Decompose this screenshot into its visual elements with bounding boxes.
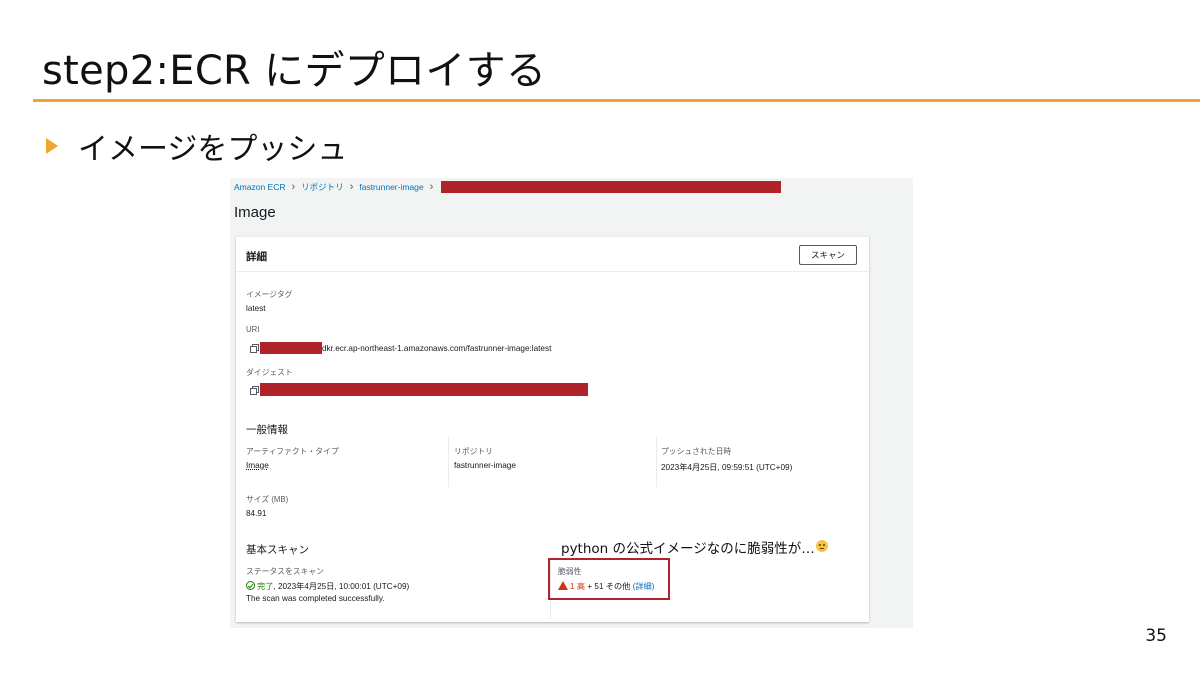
repository-label: リポジトリ [454, 447, 493, 456]
repository-value: fastrunner-image [454, 461, 516, 470]
title-rule [33, 99, 1200, 102]
redaction-bar [441, 181, 782, 193]
breadcrumb-item-repositories[interactable]: リポジトリ [301, 181, 344, 193]
column-divider [448, 437, 449, 487]
scan-status-label: ステータスをスキャン [246, 567, 324, 576]
page-number: 35 [1145, 626, 1167, 646]
highlight-box [548, 558, 670, 600]
panel-title: 詳細 [246, 251, 267, 263]
panel-header: 詳細 スキャン [236, 237, 869, 272]
page-heading: Image [234, 204, 276, 221]
scan-status-message: The scan was completed successfully. [246, 594, 385, 603]
breadcrumb-item-amazon-ecr[interactable]: Amazon ECR [234, 182, 286, 192]
image-tag-label: イメージタグ [246, 290, 293, 299]
slide-title: step2:ECR にデプロイする [42, 48, 547, 94]
chevron-right-icon: › [429, 181, 434, 193]
bullet-arrow-icon [46, 138, 58, 154]
size-label: サイズ (MB) [246, 495, 289, 504]
image-tag-value: latest [246, 304, 266, 313]
scan-status-complete: 完了 [257, 582, 274, 591]
size-value: 84.91 [246, 509, 267, 518]
scan-button[interactable]: スキャン [799, 245, 857, 265]
copy-icon[interactable] [250, 344, 259, 353]
bullet-item: イメージをプッシュ [46, 124, 347, 168]
uri-value: dkr.ecr.ap-northeast-1.amazonaws.com/fas… [322, 344, 552, 353]
general-info-title: 一般情報 [246, 424, 288, 436]
copy-icon[interactable] [250, 386, 259, 395]
pushed-at-value: 2023年4月25日, 09:59:51 (UTC+09) [661, 463, 793, 472]
pushed-at-label: プッシュされた日時 [661, 447, 732, 456]
basic-scan-title: 基本スキャン [246, 544, 309, 556]
bullet-text: イメージをプッシュ [78, 132, 348, 167]
scan-status-value: 完了, 2023年4月25日, 10:00:01 (UTC+09) [246, 580, 409, 592]
chevron-right-icon: › [349, 181, 354, 193]
console-screenshot: Amazon ECR › リポジトリ › fastrunner-image › … [230, 178, 913, 628]
scan-status-time: , 2023年4月25日, 10:00:01 (UTC+09) [273, 582, 410, 591]
redaction-bar [260, 383, 588, 396]
thinking-face-icon [815, 540, 828, 552]
column-divider [656, 437, 657, 487]
breadcrumb: Amazon ECR › リポジトリ › fastrunner-image › [234, 180, 782, 194]
artifact-type-value: Image [246, 461, 269, 470]
annotation: python の公式イメージなのに脆弱性が… [561, 537, 828, 557]
breadcrumb-item-repository[interactable]: fastrunner-image [359, 182, 423, 192]
uri-label: URI [246, 325, 260, 334]
artifact-type-label: アーティファクト・タイプ [246, 447, 339, 456]
digest-label: ダイジェスト [246, 368, 293, 377]
check-circle-icon [246, 581, 255, 590]
chevron-right-icon: › [291, 181, 296, 193]
annotation-text: python の公式イメージなのに脆弱性が… [561, 541, 815, 557]
redaction-bar [260, 342, 322, 354]
